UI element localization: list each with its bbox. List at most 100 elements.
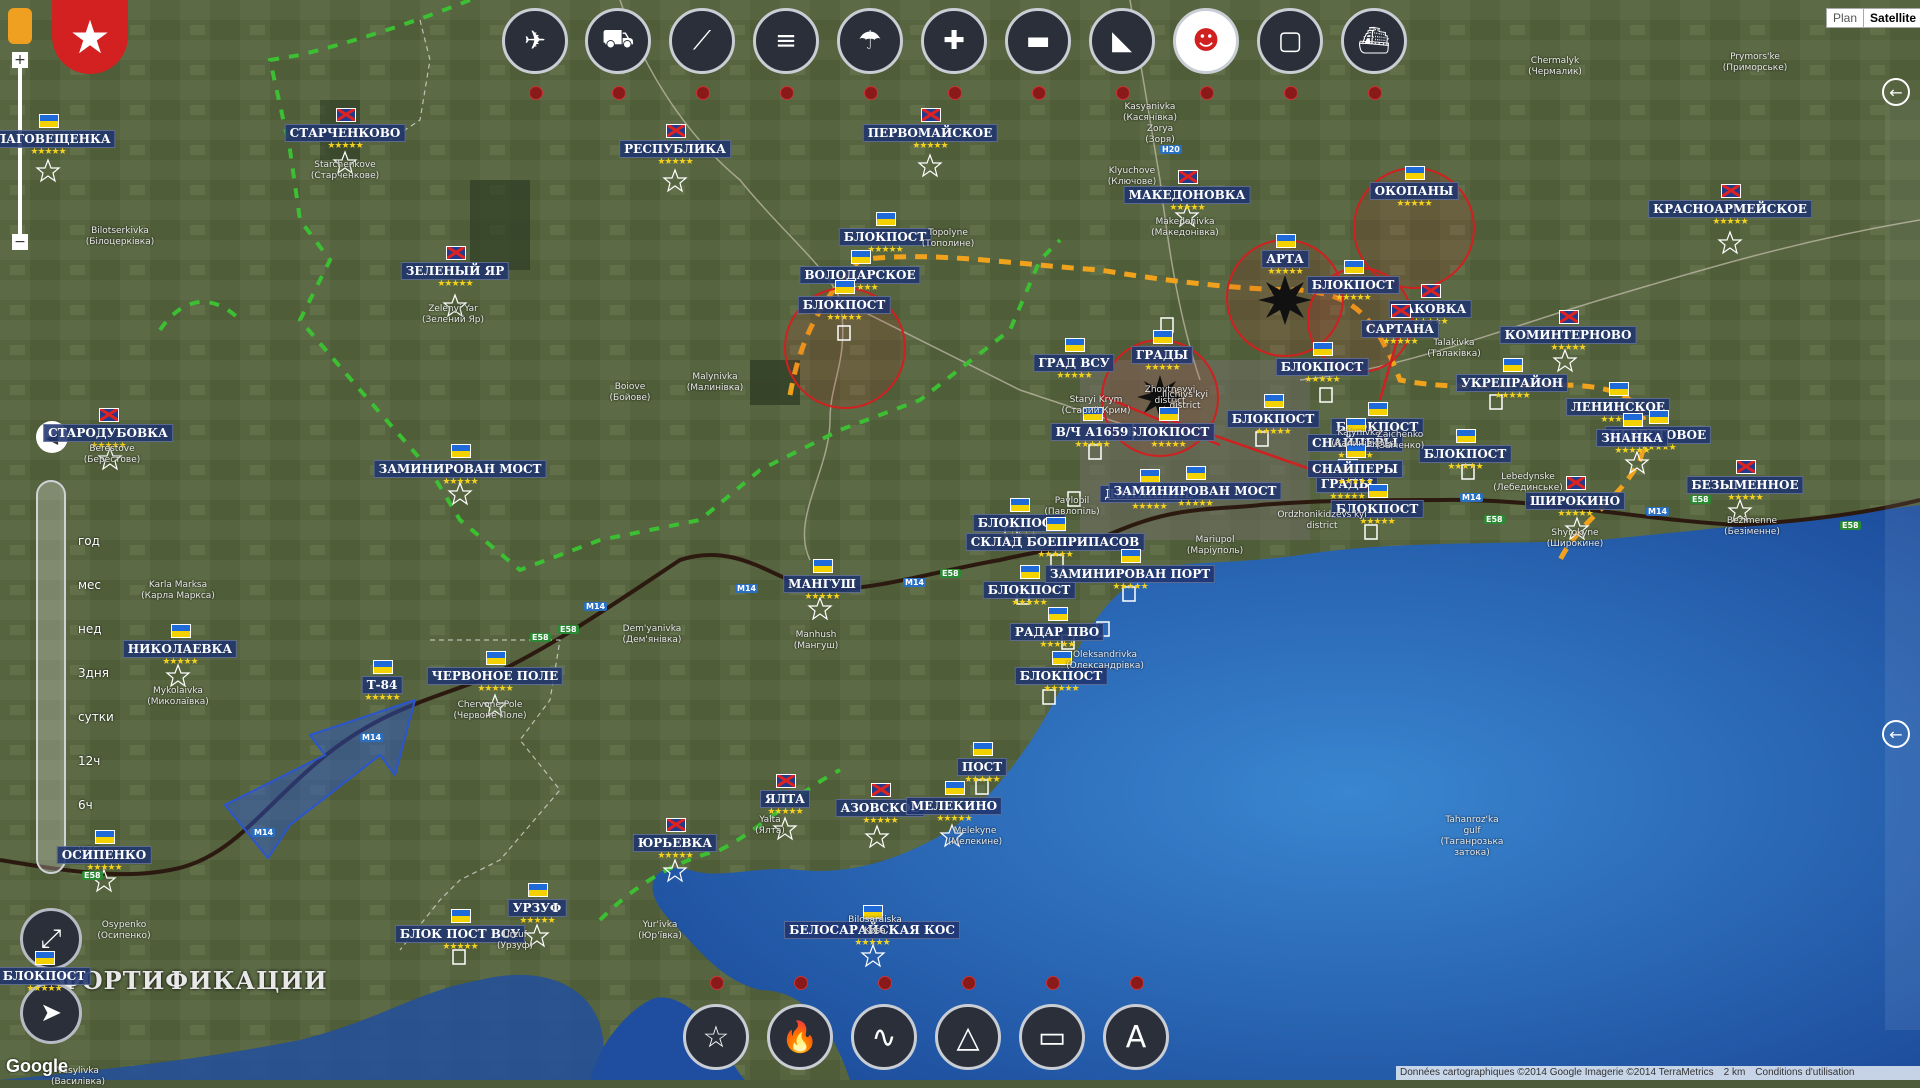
star-marker-tool-button[interactable]: ☆: [683, 1004, 749, 1070]
position-label[interactable]: ЗНАНКА: [1596, 429, 1668, 447]
position-label[interactable]: ЗАМИНИРОВАН МОСТ: [373, 460, 547, 478]
layer-status-dot[interactable]: [696, 86, 710, 100]
layer-status-dot[interactable]: [529, 86, 543, 100]
position-label[interactable]: БЕЗЫМЕННОЕ: [1686, 476, 1804, 494]
map-type-plan-button[interactable]: Plan: [1827, 9, 1863, 27]
position-label[interactable]: БЛОКПОСТ: [1226, 410, 1320, 428]
soldier-layer-button[interactable]: ☻: [1173, 8, 1239, 74]
layer-status-dot[interactable]: [780, 86, 794, 100]
text-label-tool-button[interactable]: A: [1103, 1004, 1169, 1070]
position-label[interactable]: ЧЕРВОНОЕ ПОЛЕ: [426, 667, 564, 685]
map-data-attribution[interactable]: Données cartographiques ©2014 Google Ima…: [1400, 1066, 1714, 1080]
town-name: Yur'ivka (Юр'ївка): [638, 920, 682, 941]
position-label[interactable]: БЛОКПОСТ: [1418, 445, 1512, 463]
tool-status-dot[interactable]: [1130, 976, 1144, 990]
layer-status-dot[interactable]: [1116, 86, 1130, 100]
tool-status-dot[interactable]: [1046, 976, 1060, 990]
layer-status-dot[interactable]: [864, 86, 878, 100]
missile-launcher-layer-button[interactable]: ⟋: [669, 8, 735, 74]
time-filter-option[interactable]: сутки: [78, 710, 114, 724]
tool-status-dot[interactable]: [710, 976, 724, 990]
terms-link[interactable]: Conditions d'utilisation: [1755, 1066, 1854, 1080]
position-label[interactable]: СНАЙПЕРЫ: [1307, 460, 1403, 478]
map-type-satellite-button[interactable]: Satellite: [1863, 9, 1920, 27]
position-label[interactable]: ЯЛТА: [760, 790, 810, 808]
layer-status-dot[interactable]: [1284, 86, 1298, 100]
position-label[interactable]: РАДАР ПВО: [1009, 623, 1105, 641]
time-filter-option[interactable]: 3дня: [78, 666, 109, 680]
position-label[interactable]: ПЕРВОМАЙСКОЕ: [862, 124, 998, 142]
position-label[interactable]: КОМИНТЕРНОВО: [1499, 326, 1637, 344]
armored-car-layer-button[interactable]: ⛟: [585, 8, 651, 74]
position-label[interactable]: САРТАНА: [1360, 320, 1440, 338]
time-filter-option[interactable]: 12ч: [78, 754, 100, 768]
tool-status-dot[interactable]: [878, 976, 892, 990]
position-label[interactable]: ГРАДЫ: [1130, 346, 1194, 364]
helicopter-layer-button[interactable]: ✚: [921, 8, 987, 74]
triangle-network-tool-button[interactable]: △: [935, 1004, 1001, 1070]
position-label[interactable]: БЛОКПОСТ: [1306, 276, 1400, 294]
time-filter-option[interactable]: мес: [78, 578, 101, 592]
position-label[interactable]: ЮРЬЕВКА: [632, 834, 718, 852]
position-label[interactable]: БЛОКПОСТ: [1121, 423, 1215, 441]
position-label[interactable]: В/Ч А1659: [1050, 423, 1134, 441]
position-label[interactable]: БЛОКПОСТ: [1275, 358, 1369, 376]
layer-status-dot[interactable]: [612, 86, 626, 100]
position-label[interactable]: БЛОКПОСТ: [838, 228, 932, 246]
position-label[interactable]: БЛАГОВЕЩЕНКА: [0, 130, 116, 148]
paratrooper-layer-button[interactable]: ☂: [837, 8, 903, 74]
position-label[interactable]: Т-84: [361, 676, 403, 694]
position-label[interactable]: ЗЕЛЕНЫЙ ЯР: [400, 262, 510, 280]
town-name: Berestove (Берестове): [83, 444, 141, 465]
app-logo[interactable]: ★: [52, 0, 128, 74]
layer-status-dot[interactable]: [1032, 86, 1046, 100]
position-label[interactable]: БЛОКПОСТ: [0, 967, 91, 985]
time-filter-option[interactable]: нед: [78, 622, 102, 636]
position-label[interactable]: ШИРОКИНО: [1524, 492, 1626, 510]
fire-tool-button[interactable]: 🔥: [767, 1004, 833, 1070]
position-label[interactable]: МАНГУШ: [783, 575, 861, 593]
tool-status-dot[interactable]: [962, 976, 976, 990]
position-label[interactable]: АРТА: [1261, 250, 1309, 268]
ruler-tool-button[interactable]: ▭: [1019, 1004, 1085, 1070]
time-filter-option[interactable]: год: [78, 534, 100, 548]
position-label[interactable]: СКЛАД БОЕПРИПАСОВ: [965, 533, 1145, 551]
time-filter-option[interactable]: 6ч: [78, 798, 93, 812]
position-label[interactable]: УКРЕПРАЙОН: [1455, 374, 1569, 392]
tank-layer-button[interactable]: ▬: [1005, 8, 1071, 74]
position-label[interactable]: БЛОКПОСТ: [982, 581, 1076, 599]
layer-status-dot[interactable]: [1200, 86, 1214, 100]
layer-status-dot[interactable]: [1368, 86, 1382, 100]
rocket-artillery-layer-button[interactable]: ≡: [753, 8, 819, 74]
position-label[interactable]: ОСИПЕНКО: [56, 846, 152, 864]
zoom-in-button[interactable]: +: [12, 52, 28, 68]
street-view-pegman[interactable]: [8, 8, 32, 44]
position-label[interactable]: НИКОЛАЕВКА: [122, 640, 238, 658]
position-label[interactable]: МЕЛЕКИНО: [905, 797, 1003, 815]
rating-stars: ★★★★★: [862, 816, 898, 826]
tool-status-dot[interactable]: [794, 976, 808, 990]
checkpoint-layer-button[interactable]: ▢: [1257, 8, 1323, 74]
position-label[interactable]: БЛОКПОСТ: [797, 296, 891, 314]
zoom-out-button[interactable]: −: [12, 234, 28, 250]
jet-layer-button[interactable]: ✈: [502, 8, 568, 74]
position-label[interactable]: РЕСПУБЛИКА: [619, 140, 731, 158]
position-label[interactable]: ОКОПАНЫ: [1369, 182, 1459, 200]
position-label[interactable]: СТАРОДУБОВКА: [43, 424, 173, 442]
position-label[interactable]: МАКЕДОНОВКА: [1123, 186, 1251, 204]
satellite-map[interactable]: [0, 0, 1920, 1080]
position-label[interactable]: ПОСТ: [956, 758, 1008, 776]
position-label[interactable]: ЗАМИНИРОВАН ПОРТ: [1044, 565, 1216, 583]
position-label[interactable]: ГРАД ВСУ: [1033, 354, 1115, 372]
right-panel-edge[interactable]: [1885, 100, 1920, 1030]
position-label[interactable]: СТАРЧЕНКОВО: [284, 124, 406, 142]
position-label[interactable]: УРЗУФ: [507, 899, 567, 917]
time-filter-slider[interactable]: [36, 480, 66, 874]
position-label[interactable]: ЗАМИНИРОВАН МОСТ: [1108, 482, 1282, 500]
position-label[interactable]: КРАСНОАРМЕЙСКОЕ: [1648, 200, 1812, 218]
layer-status-dot[interactable]: [948, 86, 962, 100]
ship-layer-button[interactable]: ⛴: [1341, 8, 1407, 74]
route-tool-button[interactable]: ∿: [851, 1004, 917, 1070]
self-propelled-gun-layer-button[interactable]: ◣: [1089, 8, 1155, 74]
position-label[interactable]: ВОЛОДАРСКОЕ: [799, 266, 921, 284]
